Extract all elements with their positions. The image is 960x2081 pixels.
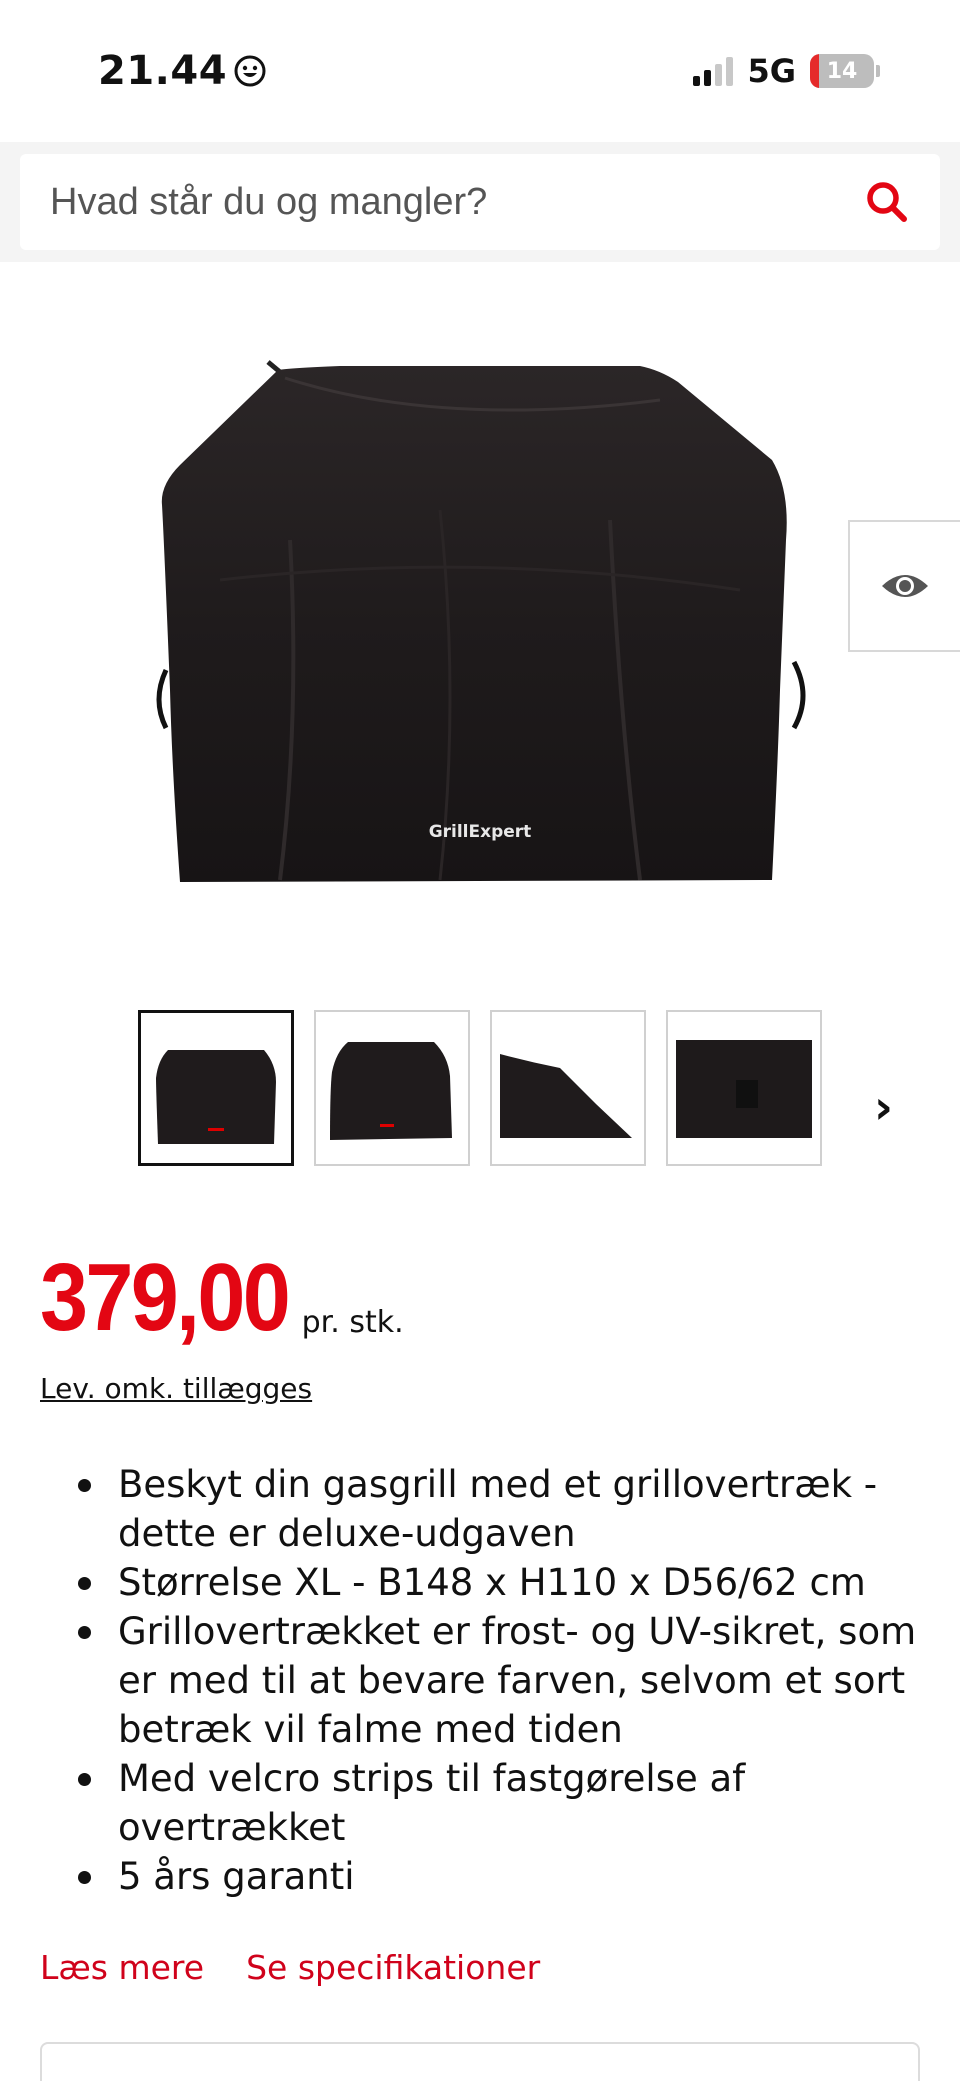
bottom-card: [40, 2042, 920, 2081]
detail-links: Læs mere Se specifikationer: [40, 1948, 540, 1987]
feature-list: Beskyt din gasgrill med et grillovertræk…: [70, 1460, 930, 1901]
shipping-cost-link[interactable]: Lev. omk. tillægges: [40, 1372, 312, 1405]
search-box[interactable]: [20, 154, 940, 250]
status-indicators: 5G 14: [693, 52, 880, 90]
clock-text: 21.44: [98, 48, 228, 94]
thumbnail-2[interactable]: [314, 1010, 470, 1166]
product-image[interactable]: GrillExpert: [140, 340, 820, 900]
cellular-signal-icon: [693, 56, 734, 86]
battery-cap: [876, 65, 880, 77]
search-icon[interactable]: [864, 179, 910, 225]
brand-logo: GrillExpert: [429, 822, 532, 842]
thumbnail-3[interactable]: [490, 1010, 646, 1166]
network-type: 5G: [747, 52, 796, 90]
thumbnail-image: [676, 1040, 812, 1138]
list-item: 5 års garanti: [70, 1852, 930, 1901]
thumbnail-4[interactable]: [666, 1010, 822, 1166]
read-more-link[interactable]: Læs mere: [40, 1948, 204, 1987]
thumbnail-image: [500, 1054, 632, 1138]
thumbnail-image: [156, 1050, 276, 1144]
next-thumbnail-button[interactable]: ›: [874, 1080, 893, 1134]
list-item: Størrelse XL - B148 x H110 x D56/62 cm: [70, 1558, 930, 1607]
list-item: Beskyt din gasgrill med et grillovertræk…: [70, 1460, 930, 1558]
smiley-icon: [234, 55, 266, 87]
specifications-link[interactable]: Se specifikationer: [246, 1948, 540, 1987]
search-input[interactable]: [50, 180, 810, 224]
battery-icon: 14: [810, 54, 874, 88]
list-item: Grillovertrækket er frost- og UV-sikret,…: [70, 1607, 930, 1754]
price-unit: pr. stk.: [301, 1305, 404, 1340]
eye-icon: [882, 575, 928, 597]
thumbnail-image: [330, 1042, 452, 1140]
list-item: Med velcro strips til fastgørelse af ove…: [70, 1754, 930, 1852]
thumbnail-strip: [138, 1010, 822, 1166]
battery-level: 14: [826, 58, 858, 84]
product-price: 379,00: [40, 1244, 291, 1351]
status-time: 21.44: [98, 48, 267, 94]
quick-view-button[interactable]: [848, 520, 960, 652]
status-bar: 21.44 5G 14: [0, 0, 960, 142]
thumbnail-1[interactable]: [138, 1010, 294, 1166]
search-bar: [0, 142, 960, 262]
price-row: 379,00 pr. stk.: [40, 1250, 404, 1346]
